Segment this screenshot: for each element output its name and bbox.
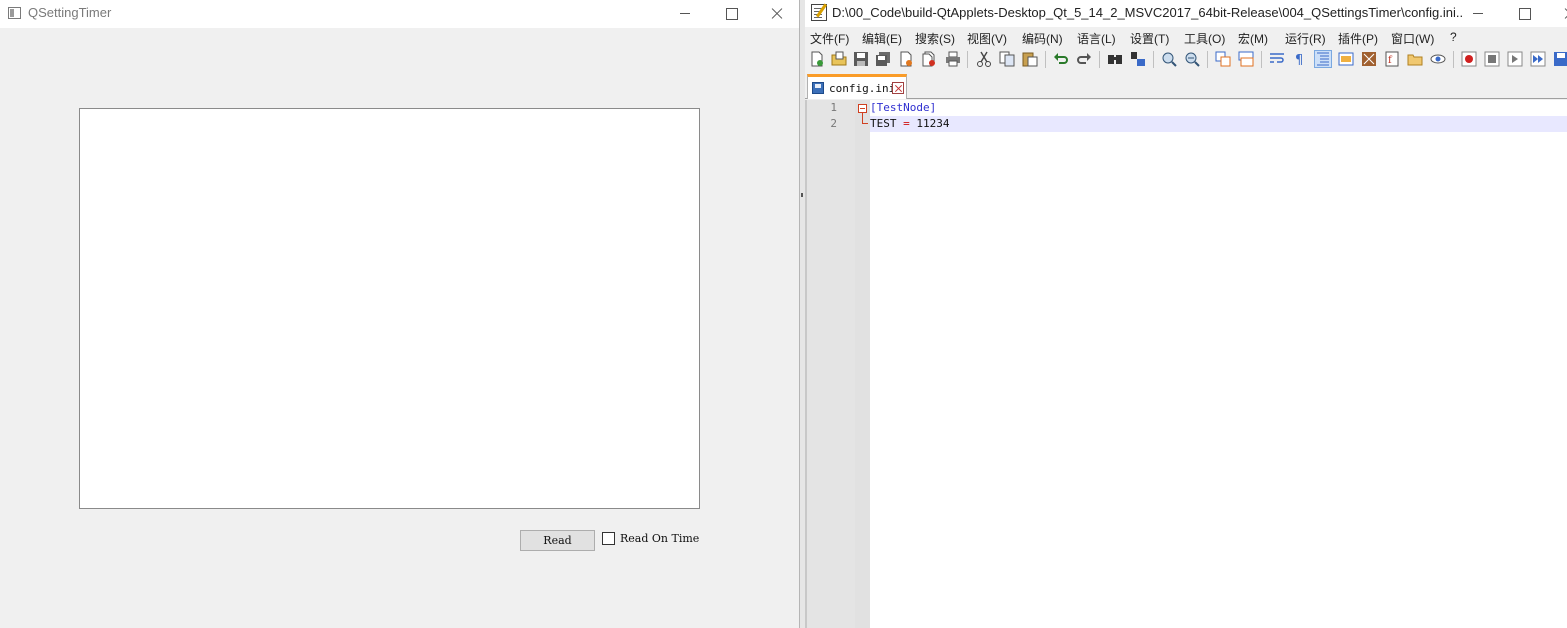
fold-end xyxy=(862,123,868,124)
tab-label: config.ini xyxy=(829,82,896,95)
tab-close-icon[interactable] xyxy=(892,82,904,94)
minimize-button[interactable] xyxy=(1455,0,1501,28)
play-macro-icon[interactable] xyxy=(1507,51,1523,67)
tab-config-ini[interactable]: config.ini xyxy=(807,74,907,99)
open-file-icon[interactable] xyxy=(831,51,847,67)
tab-bar: config.ini xyxy=(805,72,1567,99)
close-button[interactable] xyxy=(1547,0,1567,28)
monitoring-icon[interactable] xyxy=(1430,51,1446,67)
operator-token: = xyxy=(903,117,910,130)
notepad-title-bar[interactable]: D:\00_Code\build-QtApplets-Desktop_Qt_5_… xyxy=(805,0,1567,27)
svg-text:¶: ¶ xyxy=(1295,53,1303,67)
toolbar-separator xyxy=(967,51,968,68)
sync-vertical-icon[interactable] xyxy=(1215,51,1231,67)
paste-icon[interactable] xyxy=(1022,51,1038,67)
key-token: TEST xyxy=(870,117,904,130)
close-all-icon[interactable] xyxy=(921,51,937,67)
undo-icon[interactable] xyxy=(1053,51,1069,67)
value-token: 11234 xyxy=(909,117,950,130)
notepad-window: D:\00_Code\build-QtApplets-Desktop_Qt_5_… xyxy=(805,0,1567,628)
window-app-icon xyxy=(8,7,21,19)
read-on-time-checkbox[interactable] xyxy=(602,532,615,545)
fold-margin[interactable] xyxy=(855,100,870,628)
find-icon[interactable] xyxy=(1107,51,1123,67)
user-lang-icon[interactable] xyxy=(1338,51,1354,67)
cut-icon[interactable] xyxy=(976,51,992,67)
code-line-current[interactable]: TEST = 11234 xyxy=(870,116,1567,132)
menu-help[interactable]: ? xyxy=(1450,30,1457,44)
code-area[interactable]: [TestNode] TEST = 11234 xyxy=(870,100,1567,628)
replace-icon[interactable] xyxy=(1130,51,1146,67)
menu-search[interactable]: 搜索(S) xyxy=(915,30,955,47)
menu-window[interactable]: 窗口(W) xyxy=(1391,30,1434,47)
toolbar-separator xyxy=(1153,51,1154,68)
read-on-time-label[interactable]: Read On Time xyxy=(620,532,699,545)
code-line[interactable]: [TestNode] xyxy=(870,100,1567,116)
toolbar-separator xyxy=(1207,51,1208,68)
read-button[interactable]: Read xyxy=(520,530,595,551)
menu-file[interactable]: 文件(F) xyxy=(810,30,849,47)
toolbar-separator xyxy=(1261,51,1262,68)
line-number-gutter: 1 2 xyxy=(807,100,855,628)
toolbar-separator xyxy=(1453,51,1454,68)
maximize-button[interactable] xyxy=(708,0,754,28)
menu-run[interactable]: 运行(R) xyxy=(1285,30,1326,47)
sync-horizontal-icon[interactable] xyxy=(1238,51,1254,67)
show-all-chars-icon[interactable]: ¶ xyxy=(1292,51,1308,67)
toolbar: ¶ f xyxy=(805,47,1567,72)
copy-icon[interactable] xyxy=(999,51,1015,67)
line-number: 2 xyxy=(830,117,837,130)
save-icon[interactable] xyxy=(853,51,869,67)
zoom-in-icon[interactable] xyxy=(1161,51,1177,67)
toolbar-separator xyxy=(1045,51,1046,68)
qt-window: QSettingTimer Read Read On Time xyxy=(0,0,800,628)
close-button[interactable] xyxy=(754,0,800,28)
save-macro-icon[interactable] xyxy=(1553,51,1567,67)
menu-language[interactable]: 语言(L) xyxy=(1077,30,1116,47)
menu-encoding[interactable]: 编码(N) xyxy=(1022,30,1063,47)
zoom-out-icon[interactable] xyxy=(1184,51,1200,67)
file-saved-icon xyxy=(812,82,824,94)
settings-text-area[interactable] xyxy=(79,108,700,509)
new-file-icon[interactable] xyxy=(809,51,825,67)
save-all-icon[interactable] xyxy=(875,51,891,67)
stop-record-icon[interactable] xyxy=(1484,51,1500,67)
indent-guide-icon[interactable] xyxy=(1314,50,1332,68)
menu-tools[interactable]: 工具(O) xyxy=(1184,30,1225,47)
doc-map-icon[interactable] xyxy=(1361,51,1377,67)
function-list-icon[interactable]: f xyxy=(1384,51,1400,67)
menu-bar: 文件(F) 编辑(E) 搜索(S) 视图(V) 编码(N) 语言(L) 设置(T… xyxy=(805,28,1567,47)
folder-workspace-icon[interactable] xyxy=(1407,51,1423,67)
notepad-app-icon xyxy=(811,4,827,21)
record-macro-icon[interactable] xyxy=(1461,51,1477,67)
editor[interactable]: 1 2 [TestNode] TEST = 11234 xyxy=(805,100,1567,628)
notepad-window-title: D:\00_Code\build-QtApplets-Desktop_Qt_5_… xyxy=(832,5,1462,20)
fold-collapse-icon[interactable] xyxy=(858,104,867,113)
maximize-button[interactable] xyxy=(1501,0,1547,28)
section-token: [TestNode] xyxy=(870,101,937,114)
word-wrap-icon[interactable] xyxy=(1269,51,1285,67)
close-icon[interactable] xyxy=(898,51,914,67)
menu-settings[interactable]: 设置(T) xyxy=(1130,30,1169,47)
menu-macro[interactable]: 宏(M) xyxy=(1238,30,1268,47)
menu-plugins[interactable]: 插件(P) xyxy=(1338,30,1378,47)
print-icon[interactable] xyxy=(945,51,961,67)
toolbar-separator xyxy=(1099,51,1100,68)
window-title: QSettingTimer xyxy=(28,5,112,20)
line-number: 1 xyxy=(830,101,837,114)
menu-view[interactable]: 视图(V) xyxy=(967,30,1007,47)
run-macro-multiple-icon[interactable] xyxy=(1530,51,1546,67)
minimize-button[interactable] xyxy=(662,0,708,28)
menu-edit[interactable]: 编辑(E) xyxy=(862,30,902,47)
qt-title-bar[interactable]: QSettingTimer xyxy=(0,0,800,28)
redo-icon[interactable] xyxy=(1076,51,1092,67)
